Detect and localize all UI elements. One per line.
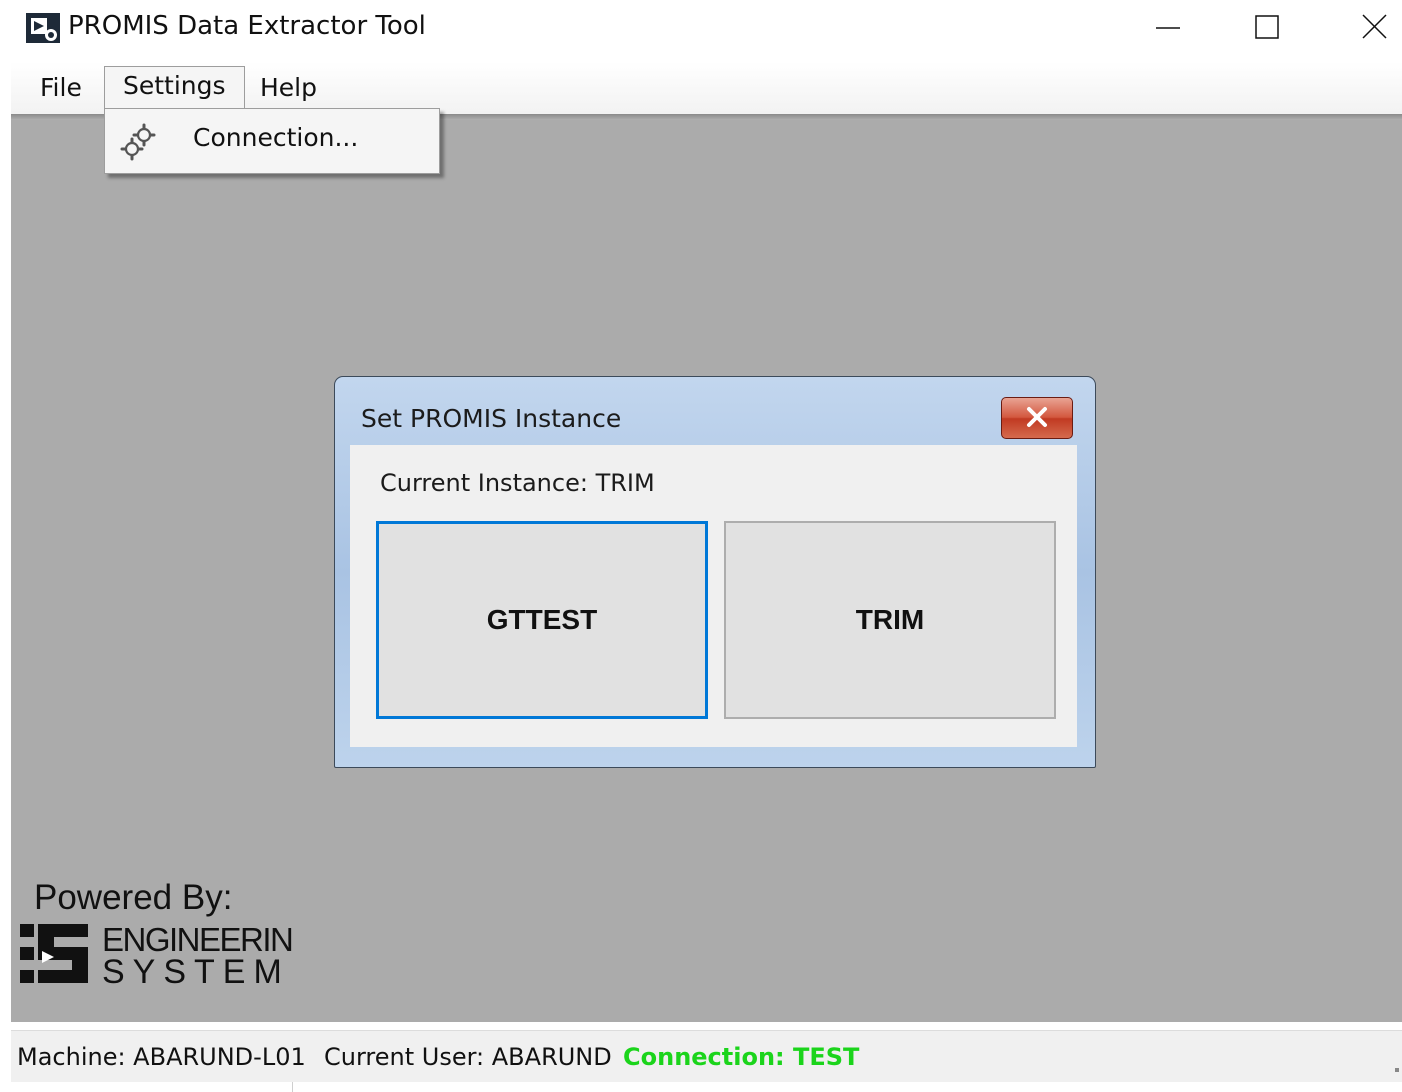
minimize-icon	[1156, 27, 1180, 29]
dialog-close-button[interactable]	[1001, 397, 1073, 439]
maximize-icon	[1255, 15, 1279, 39]
status-user: Current User: ABARUND	[324, 1043, 612, 1071]
gears-icon	[120, 123, 156, 161]
current-instance-label: Current Instance: TRIM	[380, 469, 655, 497]
settings-dropdown: Connection...	[104, 108, 440, 174]
close-button[interactable]	[1328, 0, 1402, 55]
bottom-divider	[292, 1082, 293, 1092]
engineering-systems-logo: ENGINEERIN SYSTEM	[20, 921, 294, 987]
status-machine: Machine: ABARUND-L01	[17, 1043, 306, 1071]
dialog-title: Set PROMIS Instance	[361, 404, 622, 433]
menu-file[interactable]: File	[34, 69, 88, 107]
maximize-button[interactable]	[1222, 0, 1314, 55]
window-title: PROMIS Data Extractor Tool	[68, 11, 426, 41]
svg-text:SYSTEM: SYSTEM	[102, 953, 290, 987]
close-icon	[1027, 407, 1047, 427]
powered-by-label: Powered By:	[34, 878, 233, 917]
menu-item-connection-label: Connection...	[193, 123, 359, 152]
menu-item-connection[interactable]: Connection...	[105, 109, 439, 173]
status-connection: Connection: TEST	[623, 1043, 860, 1071]
dialog-content: Current Instance: TRIM GTTEST TRIM	[350, 445, 1077, 747]
bottom-strip	[0, 1082, 1402, 1092]
close-icon	[1362, 14, 1387, 39]
status-bar: Machine: ABARUND-L01 Current User: ABARU…	[11, 1030, 1402, 1083]
trim-button[interactable]: TRIM	[724, 521, 1056, 719]
app-icon	[26, 13, 60, 43]
title-bar: PROMIS Data Extractor Tool	[0, 0, 1402, 55]
gttest-button[interactable]: GTTEST	[376, 521, 708, 719]
menu-settings[interactable]: Settings	[104, 66, 245, 111]
set-instance-dialog: Set PROMIS Instance Current Instance: TR…	[334, 376, 1096, 768]
resize-grip[interactable]	[1395, 1068, 1399, 1072]
minimize-button[interactable]	[1124, 0, 1216, 55]
menu-help[interactable]: Help	[254, 69, 323, 107]
